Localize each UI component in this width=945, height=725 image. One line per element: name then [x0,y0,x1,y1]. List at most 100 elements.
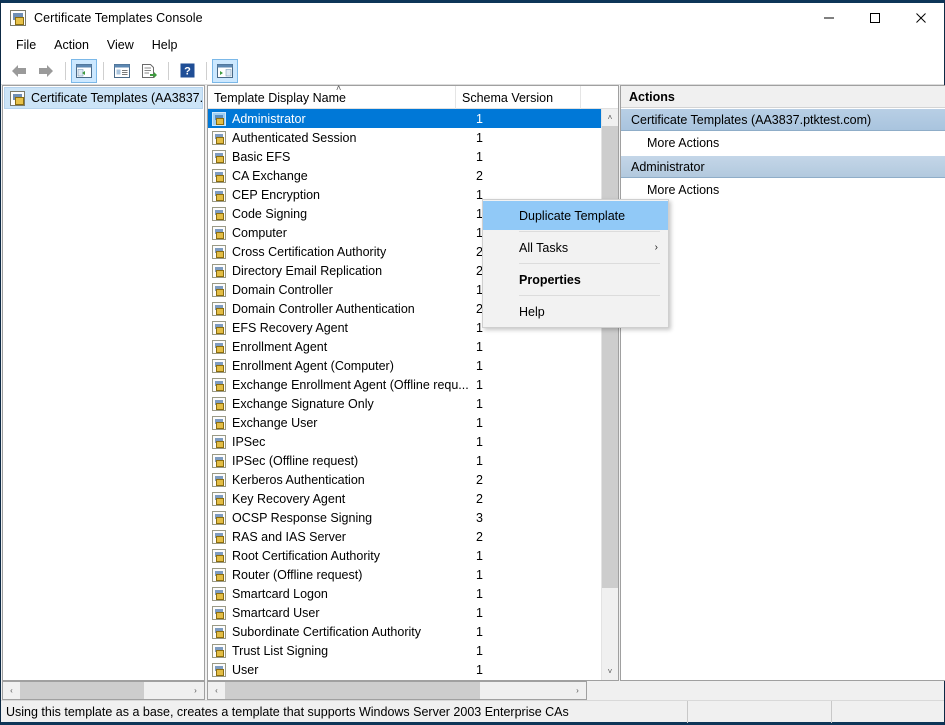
back-icon[interactable] [6,59,32,83]
export-list-icon[interactable] [136,59,162,83]
list-column-headers: Template Display Name ˄ Schema Version [208,84,618,109]
help-icon[interactable]: ? [174,59,200,83]
scroll-up-button[interactable]: ˄ [602,109,618,126]
table-row[interactable]: Exchange Signature Only 1 [208,394,601,413]
table-row[interactable]: RAS and IAS Server 2 [208,527,601,546]
close-button[interactable] [898,3,944,33]
template-display-name: Kerberos Authentication [232,472,365,487]
scroll-right-button[interactable]: › [187,682,204,699]
column-header-schema-version[interactable]: Schema Version [456,86,581,109]
maximize-button[interactable] [852,3,898,33]
scroll-thumb[interactable] [225,682,480,699]
actions-group-header[interactable]: Administrator▲ [621,155,945,178]
template-display-name: Code Signing [232,206,308,221]
menu-item-help[interactable]: Help [143,35,187,55]
scroll-track[interactable] [20,682,187,699]
table-row[interactable]: OCSP Response Signing 3 [208,508,601,527]
main-content: Certificate Templates (AA3837.p Template… [1,84,945,681]
schema-version: 1 [476,643,483,658]
tree-horizontal-scrollbar[interactable]: ‹ › [2,681,205,700]
actions-group-header[interactable]: Certificate Templates (AA3837.ptktest.co… [621,108,945,131]
template-display-name: Smartcard Logon [232,586,328,601]
forward-icon[interactable] [33,59,59,83]
template-display-name: Enrollment Agent (Computer) [232,358,394,373]
certificate-icon [212,206,226,221]
context-menu-item[interactable]: Duplicate Template [483,201,668,230]
scroll-thumb[interactable] [602,126,618,588]
template-list-pane: Template Display Name ˄ Schema Version A… [207,84,669,681]
table-row[interactable]: Kerberos Authentication 2 [208,470,601,489]
table-row[interactable]: Key Recovery Agent 2 [208,489,601,508]
context-menu-item-label: Help [519,304,545,319]
template-display-name: Administrator [232,111,306,126]
schema-version: 3 [476,510,483,525]
scroll-left-button[interactable]: ‹ [3,682,20,699]
schema-version: 1 [476,396,483,411]
menu-item-view[interactable]: View [98,35,143,55]
table-row[interactable]: Authenticated Session 1 [208,128,601,147]
show-hide-tree-icon[interactable] [71,58,97,83]
list-vertical-scrollbar[interactable]: ˄ ˅ [601,109,618,680]
show-hide-action-pane-icon[interactable] [212,58,238,83]
menu-separator [519,263,660,264]
scroll-down-button[interactable]: ˅ [602,663,618,680]
template-display-name: Smartcard User [232,605,320,620]
template-display-name: CEP Encryption [232,187,321,202]
scroll-track[interactable] [225,682,569,699]
table-row[interactable]: Subordinate Certification Authority 1 [208,622,601,641]
table-row[interactable]: IPSec 1 [208,432,601,451]
template-display-name: Directory Email Replication [232,263,383,278]
table-row[interactable]: User 1 [208,660,601,679]
table-row[interactable]: IPSec (Offline request) 1 [208,451,601,470]
context-menu-item[interactable]: Properties [483,265,668,294]
table-row[interactable]: CA Exchange 2 [208,166,601,185]
menu-bar: File Action View Help [1,33,944,57]
table-row[interactable]: Exchange User 1 [208,413,601,432]
scroll-right-button[interactable]: › [569,682,586,699]
table-row[interactable]: Exchange Enrollment Agent (Offline requ.… [208,375,601,394]
column-header-label: Template Display Name [214,90,346,105]
certificate-icon [212,624,226,639]
table-row[interactable]: Enrollment Agent (Computer) 1 [208,356,601,375]
menu-item-file[interactable]: File [7,35,45,55]
scroll-left-button[interactable]: ‹ [208,682,225,699]
chevron-right-icon: › [654,242,658,253]
certificate-icon [212,168,226,183]
schema-version: 1 [476,339,483,354]
certificate-icon [212,282,226,297]
table-row[interactable]: Administrator 1 [208,109,601,128]
schema-version: 1 [476,586,483,601]
certificate-icon [212,396,226,411]
context-menu-item[interactable]: All Tasks › [483,233,668,262]
schema-version: 2 [476,529,483,544]
certificate-icon [212,111,226,126]
status-bar: Using this template as a base, creates a… [1,700,944,723]
properties-icon[interactable] [109,59,135,83]
tree-node-certificate-templates[interactable]: Certificate Templates (AA3837.p [4,87,203,109]
minimize-button[interactable] [806,3,852,33]
menu-item-action[interactable]: Action [45,35,98,55]
context-menu-item[interactable]: Help [483,297,668,326]
list-horizontal-scrollbar[interactable]: ‹ › [207,681,587,700]
tree-empty-area [3,110,204,680]
table-row[interactable]: Basic EFS 1 [208,147,601,166]
template-display-name: Subordinate Certification Authority [232,624,421,639]
certificate-icon [212,263,226,278]
scroll-thumb[interactable] [20,682,144,699]
schema-version: 1 [476,434,483,449]
certificate-icon [212,548,226,563]
table-row[interactable]: Smartcard Logon 1 [208,584,601,603]
table-row[interactable]: Router (Offline request) 1 [208,565,601,584]
table-row[interactable]: Enrollment Agent 1 [208,337,601,356]
table-row[interactable]: Root Certification Authority 1 [208,546,601,565]
table-row[interactable]: Trust List Signing 1 [208,641,601,660]
action-item-more-actions[interactable]: More Actions▶ [621,178,945,202]
action-item-more-actions[interactable]: More Actions▶ [621,131,945,155]
certificate-icon [212,529,226,544]
certificate-icon [212,643,226,658]
column-header-template-display-name[interactable]: Template Display Name ˄ [208,84,456,109]
certificate-icon [212,225,226,240]
table-row[interactable]: Smartcard User 1 [208,603,601,622]
certificate-icon [212,130,226,145]
certificate-icon [212,149,226,164]
